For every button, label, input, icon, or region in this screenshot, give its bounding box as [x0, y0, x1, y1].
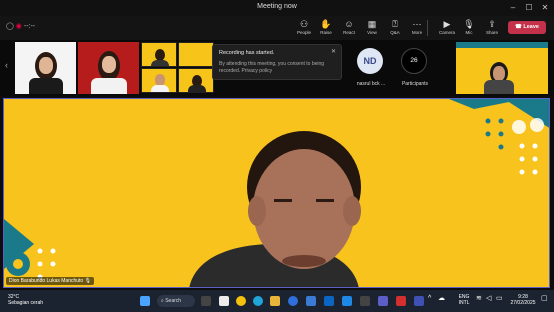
mic-button[interactable]: 🎙 Mic	[457, 19, 481, 35]
video-tile-2[interactable]	[78, 42, 139, 94]
qa-button[interactable]: ⍰ Q&A	[383, 19, 407, 35]
close-icon[interactable]: ✕	[331, 48, 336, 55]
speaker-name-tag: Dion Barabundo Lukas Manchuto 🎙	[6, 277, 94, 285]
recording-toast: Recording has started. By attending this…	[212, 44, 342, 80]
avatar[interactable]: ND	[357, 48, 383, 74]
task-view-icon[interactable]	[201, 296, 211, 306]
view-grid-icon: ▦	[367, 19, 377, 29]
maximize-icon[interactable]: ☐	[522, 2, 536, 14]
strip-prev-icon[interactable]: ‹	[5, 60, 8, 70]
file-icon[interactable]	[219, 296, 229, 306]
app-icon[interactable]	[414, 296, 424, 306]
weather-desc: Sebagian cerah	[8, 300, 44, 306]
chrome-icon[interactable]	[236, 296, 246, 306]
raise-hand-icon: ✋	[320, 19, 332, 29]
status-area: ◯ ◉ --:--	[6, 22, 35, 30]
outlook-icon[interactable]	[324, 296, 334, 306]
participants-label: Participants	[401, 81, 429, 87]
wifi-icon[interactable]: ≋	[476, 295, 482, 302]
avatar-name: nasrul bck ...	[356, 81, 386, 87]
toolbar-divider	[427, 20, 428, 36]
toast-body: By attending this meeting, you consent t…	[219, 61, 325, 74]
qa-icon: ⍰	[392, 19, 398, 29]
people-button[interactable]: ⚇ People	[292, 19, 316, 35]
edge-icon[interactable]	[253, 296, 263, 306]
more-icon: ⋯	[412, 19, 422, 29]
weather-widget[interactable]: 32°C Sebagian cerah	[8, 294, 43, 306]
share-icon: ⇪	[488, 19, 496, 29]
notification-icon[interactable]: ▢	[541, 295, 548, 302]
tray-expand-icon[interactable]: ^	[428, 295, 431, 302]
search-bar[interactable]: ⌕ Search	[157, 295, 195, 307]
volume-icon[interactable]: ◁	[486, 295, 491, 302]
camera-icon: ▶	[443, 19, 451, 29]
raise-button[interactable]: ✋ Raise	[314, 19, 338, 35]
meeting-timer: --:--	[23, 23, 36, 30]
people-icon: ⚇	[299, 19, 309, 29]
start-icon[interactable]	[140, 296, 150, 306]
mic-icon: 🎙	[463, 19, 475, 29]
main-video-stage	[3, 98, 550, 288]
close-window-icon[interactable]: ✕	[538, 2, 552, 14]
video-tile-right[interactable]	[456, 42, 548, 94]
speaker-video	[4, 99, 549, 287]
file-explorer-icon[interactable]	[270, 296, 280, 306]
minimize-icon[interactable]: –	[506, 2, 520, 14]
react-icon: ☺	[344, 19, 354, 29]
video-tile-1[interactable]	[15, 42, 76, 94]
calendar-icon[interactable]	[360, 296, 370, 306]
react-button[interactable]: ☺ React	[337, 19, 361, 35]
clock[interactable]: 9:28 27/02/2025	[506, 294, 540, 306]
shield-icon: ◯	[6, 23, 14, 30]
settings-icon[interactable]	[288, 296, 298, 306]
cloud-icon[interactable]: ☁	[438, 295, 445, 302]
muted-mic-icon: 🎙	[84, 278, 91, 284]
more-button[interactable]: ⋯ More	[405, 19, 429, 35]
share-button[interactable]: ⇪ Share	[480, 19, 504, 35]
mail-icon[interactable]	[342, 296, 352, 306]
teams-icon[interactable]	[378, 296, 388, 306]
store-icon[interactable]	[306, 296, 316, 306]
pdf-icon[interactable]	[396, 296, 406, 306]
toast-title: Recording has started.	[219, 50, 275, 56]
participants-count[interactable]: 26	[401, 48, 427, 74]
window-title: Meeting now	[257, 3, 297, 10]
language-indicator[interactable]: ENG INTL	[455, 294, 473, 306]
battery-icon[interactable]: ▭	[496, 295, 503, 302]
title-bar: Meeting now – ☐ ✕	[0, 0, 554, 16]
view-button[interactable]: ▦ View	[360, 19, 384, 35]
recording-icon: ◉	[15, 23, 22, 30]
leave-button[interactable]: ☎ Leave	[508, 21, 546, 34]
camera-button[interactable]: ▶ Camera	[435, 19, 459, 35]
